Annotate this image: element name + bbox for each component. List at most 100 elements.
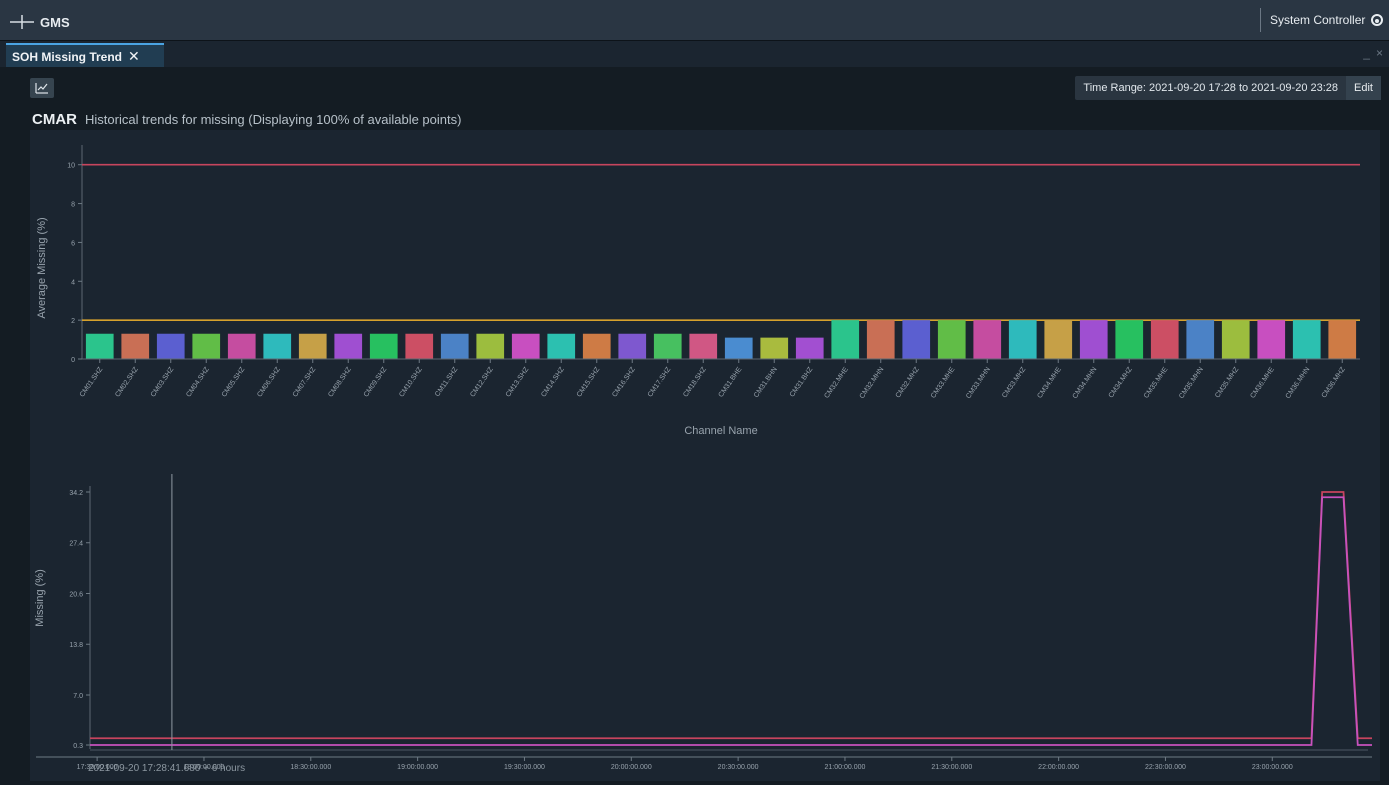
bar-x-tick-label: CM07.SHZ	[292, 366, 318, 399]
bar-x-tick-label: CM14.SHZ	[540, 366, 566, 399]
bar[interactable]	[1292, 320, 1321, 359]
bar[interactable]	[1044, 320, 1073, 359]
bar-x-tick-label: CM12.SHZ	[469, 366, 495, 399]
bar[interactable]	[724, 337, 753, 359]
bar-x-tick-label: CM32.MHN	[859, 366, 886, 400]
bar[interactable]	[121, 333, 150, 359]
bar-x-tick-label: CM36.MHN	[1285, 366, 1312, 400]
bar-x-tick-label: CM03.SHZ	[150, 366, 176, 399]
close-icon[interactable]: ✕	[128, 48, 140, 65]
bar[interactable]	[1079, 320, 1108, 359]
time-x-tick-label: 23:00:00.000	[1252, 764, 1293, 771]
bar[interactable]	[405, 333, 434, 359]
time-x-tick-label: 22:00:00.000	[1038, 764, 1079, 771]
bar-x-axis: CM01.SHZ CM02.SHZ CM03.SHZ CM04.SHZ CM05.SHZ…	[79, 358, 1360, 400]
bar-y-axis: 0 2 4 6 8 10	[67, 145, 83, 364]
time-x-tick-label: 19:00:00.000	[397, 764, 438, 771]
line-y-tick-label: 13.8	[69, 642, 83, 649]
bar-y-tick-label: 8	[71, 202, 75, 209]
bar-x-tick-label: CM34.MHZ	[1108, 366, 1135, 400]
bar[interactable]	[192, 333, 221, 359]
bar[interactable]	[831, 320, 860, 359]
bar-x-tick-label: CM06.SHZ	[256, 366, 282, 399]
bar-marks[interactable]	[85, 320, 1357, 359]
bar[interactable]	[1115, 320, 1144, 359]
bar[interactable]	[369, 333, 398, 359]
bar[interactable]	[582, 333, 611, 359]
trend-panel: Time Range: 2021-09-20 17:28 to 2021-09-…	[0, 67, 1389, 785]
bar-x-tick-label: CM36.MHE	[1249, 366, 1276, 400]
bar[interactable]	[1150, 320, 1179, 359]
bar-x-tick-label: CM05.SHZ	[221, 366, 247, 399]
edit-time-range-button[interactable]: Edit	[1346, 76, 1381, 100]
bar[interactable]	[85, 333, 114, 359]
bar[interactable]	[689, 333, 718, 359]
bar[interactable]	[653, 333, 682, 359]
close-window-icon[interactable]: ×	[1376, 46, 1383, 60]
tab-label: SOH Missing Trend	[12, 49, 123, 64]
bar[interactable]	[1221, 320, 1250, 359]
bar[interactable]	[476, 333, 505, 359]
line-y-tick-label: 34.2	[69, 490, 83, 497]
bar-x-tick-label: CM15.SHZ	[576, 366, 602, 399]
bar-x-tick-label: CM31.BHE	[718, 366, 744, 399]
bar-y-tick-label: 4	[71, 279, 75, 286]
header-divider	[1260, 8, 1261, 32]
line-y-tick-label: 27.4	[69, 541, 83, 548]
chart-description: Historical trends for missing (Displayin…	[85, 112, 462, 127]
chart-heading: CMAR Historical trends for missing (Disp…	[32, 111, 461, 128]
line-y-tick-label: 7.0	[73, 693, 83, 700]
bar-y-tick-label: 6	[71, 240, 75, 247]
bar[interactable]	[227, 333, 256, 359]
bar-x-tick-label: CM34.MHN	[1072, 366, 1099, 400]
bar[interactable]	[547, 333, 576, 359]
bar[interactable]	[511, 333, 540, 359]
bar[interactable]	[866, 320, 895, 359]
bar[interactable]	[263, 333, 292, 359]
bar-x-tick-label: CM18.SHZ	[682, 366, 708, 399]
chart-toggle-button[interactable]	[30, 78, 54, 98]
bar-x-tick-label: CM34.MHE	[1036, 366, 1063, 400]
bar[interactable]	[902, 320, 931, 359]
bar-x-tick-label: CM17.SHZ	[647, 366, 673, 399]
bar[interactable]	[1257, 320, 1286, 359]
bar-x-tick-label: CM11.SHZ	[434, 366, 460, 399]
bar[interactable]	[156, 333, 185, 359]
bar-x-tick-label: CM16.SHZ	[611, 366, 637, 399]
app-logo[interactable]: GMS	[10, 12, 80, 32]
bar[interactable]	[440, 333, 469, 359]
bar[interactable]	[1328, 320, 1357, 359]
bar[interactable]	[334, 333, 363, 359]
bar-x-tick-label: CM36.MHZ	[1321, 366, 1348, 400]
time-range-label: Time Range: 2021-09-20 17:28 to 2021-09-…	[1083, 82, 1339, 94]
bar[interactable]	[760, 337, 789, 359]
bar-x-tick-label: CM01.SHZ	[79, 366, 105, 399]
crosshair-logo-icon	[10, 15, 34, 29]
missing-series-line[interactable]	[90, 491, 1372, 740]
minimize-icon[interactable]: _	[1363, 46, 1370, 60]
bar-x-tick-label: CM08.SHZ	[327, 366, 353, 399]
bar[interactable]	[1008, 320, 1037, 359]
bar-x-tick-label: CM35.MHN	[1178, 366, 1205, 400]
time-x-tick-label: 21:00:00.000	[825, 764, 866, 771]
bar[interactable]	[795, 337, 824, 359]
bar-x-tick-label: CM13.SHZ	[505, 366, 531, 399]
tab-soh-missing-trend[interactable]: SOH Missing Trend ✕	[6, 43, 164, 68]
bar[interactable]	[618, 333, 647, 359]
time-x-tick-label: 19:30:00.000	[504, 764, 545, 771]
bar-x-tick-label: CM09.SHZ	[363, 366, 389, 399]
bar[interactable]	[973, 320, 1002, 359]
missing-series-line[interactable]	[90, 496, 1372, 746]
time-x-tick-label: 21:30:00.000	[931, 764, 972, 771]
time-x-tick-label: 20:30:00.000	[718, 764, 759, 771]
bar-y-tick-label: 2	[71, 318, 75, 325]
bar[interactable]	[937, 320, 966, 359]
user-menu[interactable]: System Controller	[1270, 9, 1388, 31]
bar[interactable]	[298, 333, 327, 359]
line-y-tick-label: 0.3	[73, 743, 83, 750]
user-icon	[1371, 14, 1384, 26]
time-x-tick-label: 18:30:00.000	[290, 764, 331, 771]
app-header: GMS System Controller	[0, 0, 1389, 40]
line-series[interactable]	[90, 491, 1372, 746]
bar[interactable]	[1186, 320, 1215, 359]
